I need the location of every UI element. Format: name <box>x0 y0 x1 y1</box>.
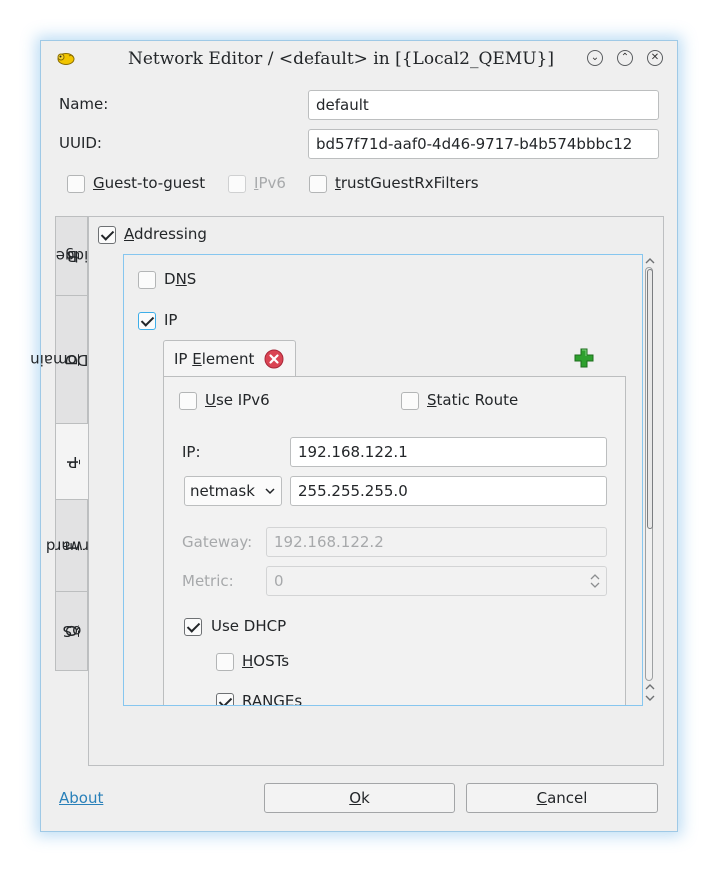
tab-bridge[interactable]: Br idge <box>55 216 88 296</box>
ip-label[interactable]: IP <box>164 311 177 329</box>
dns-label[interactable]: DNS <box>164 270 196 288</box>
addressing-checkbox[interactable] <box>98 226 116 244</box>
use-ipv6-label[interactable]: Use IPv6 <box>205 391 270 409</box>
ip-checkbox[interactable] <box>138 312 156 330</box>
tab-ip-label: IP <box>64 452 82 471</box>
metric-spinbox[interactable]: 0 <box>266 566 607 596</box>
guest-to-guest-checkbox[interactable] <box>67 175 85 193</box>
addressing-label[interactable]: Addressing <box>124 225 207 243</box>
metric-label: Metric: <box>182 572 234 590</box>
tab-dns-domain-label: D NS Domain <box>29 350 114 369</box>
ip-address-input[interactable]: 192.168.122.1 <box>290 437 607 467</box>
window-title: Network Editor / <default> in [{Local2_Q… <box>127 49 555 69</box>
ip-address-label: IP: <box>182 443 201 461</box>
ip-element-tab-label: IP Element <box>174 350 255 368</box>
gateway-input[interactable]: 192.168.122.2 <box>266 527 607 557</box>
chevron-down-icon <box>265 488 275 495</box>
scroll-down-icon[interactable] <box>645 683 655 703</box>
name-input[interactable]: default <box>308 90 659 120</box>
ipv6-checkbox[interactable] <box>228 175 246 193</box>
remove-element-icon[interactable] <box>264 349 284 369</box>
metric-value: 0 <box>274 572 284 590</box>
use-dhcp-label[interactable]: Use DHCP <box>211 617 286 635</box>
scroll-up-icon[interactable] <box>645 257 655 265</box>
guest-to-guest-label[interactable]: Guest-to-guest <box>93 174 205 192</box>
static-route-label[interactable]: Static Route <box>427 391 518 409</box>
about-link[interactable]: About <box>59 789 103 807</box>
uuid-input[interactable]: bd57f71d-aaf0-4d46-9717-b4b574bbbc12 <box>308 129 659 159</box>
ranges-label[interactable]: RANGEs <box>242 692 302 705</box>
scrollbar-thumb[interactable] <box>647 269 653 529</box>
tab-qos-label: QoS <box>62 622 81 640</box>
trust-guest-rx-filters-label[interactable]: trustGuestRxFilters <box>335 174 479 192</box>
trust-guest-rx-filters-checkbox[interactable] <box>309 175 327 193</box>
network-editor-window: Network Editor / <default> in [{Local2_Q… <box>29 40 678 832</box>
app-icon <box>57 53 75 65</box>
use-dhcp-checkbox[interactable] <box>184 618 202 636</box>
tab-ip[interactable]: IP <box>55 423 90 500</box>
vertical-scrollbar[interactable] <box>642 254 658 706</box>
ranges-checkbox[interactable] <box>216 693 234 705</box>
spin-arrows-icon[interactable] <box>590 573 600 589</box>
ok-button[interactable]: Ok <box>264 783 455 813</box>
dns-checkbox[interactable] <box>138 271 156 289</box>
title-bar[interactable]: Network Editor / <default> in [{Local2_Q… <box>41 41 677 77</box>
tab-bridge-label: Br idge <box>55 247 88 266</box>
add-element-icon[interactable] <box>574 348 594 368</box>
cancel-button[interactable]: Cancel <box>466 783 658 813</box>
tab-dns-domain[interactable]: D NS Domain <box>29 295 114 424</box>
use-ipv6-checkbox[interactable] <box>179 392 197 410</box>
maximize-icon[interactable]: ⌃ <box>617 50 633 66</box>
tab-forward-label: Forward <box>45 536 98 555</box>
mask-mode-select[interactable]: netmask <box>184 476 282 506</box>
name-label: Name: <box>59 95 109 113</box>
scrollbar-track[interactable] <box>645 267 653 681</box>
addressing-scroll-area[interactable]: DNS IP IP Element Use IPv6 Static Route … <box>123 254 643 706</box>
hosts-checkbox[interactable] <box>216 653 234 671</box>
ip-element-pane: Use IPv6 Static Route IP: 192.168.122.1 … <box>163 376 626 705</box>
gateway-label: Gateway: <box>182 533 253 551</box>
tab-forward[interactable]: Forward <box>45 499 98 592</box>
mask-mode-value: netmask <box>190 482 255 500</box>
close-icon[interactable]: ✕ <box>647 50 663 66</box>
tab-ip-element[interactable]: IP Element <box>163 340 296 377</box>
hosts-label[interactable]: HOSTs <box>242 652 289 670</box>
static-route-checkbox[interactable] <box>401 392 419 410</box>
ipv6-label: IPv6 <box>254 174 286 192</box>
uuid-label: UUID: <box>59 134 102 152</box>
netmask-input[interactable]: 255.255.255.0 <box>290 476 607 506</box>
tab-qos[interactable]: QoS <box>55 591 88 671</box>
minimize-icon[interactable]: ⌄ <box>587 50 603 66</box>
